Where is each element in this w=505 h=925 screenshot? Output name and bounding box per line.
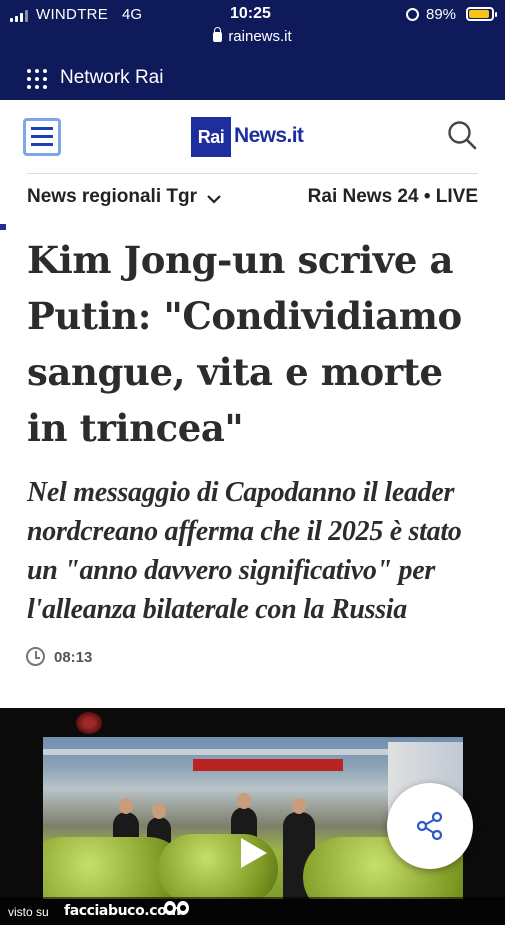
status-time: 10:25 (230, 5, 271, 22)
broadcast-emblem (76, 712, 102, 734)
live-link[interactable]: Rai News 24 • LIVE (308, 186, 478, 208)
article-subtitle: Nel messaggio di Capodanno il leader nor… (27, 477, 462, 625)
browser-top-bar: WINDTRE 4G 10:25 89% rainews.it (0, 0, 505, 60)
logo-news: News.it (234, 124, 304, 147)
regional-news-link[interactable]: News regionali Tgr (27, 186, 197, 208)
hamburger-icon (31, 127, 53, 130)
carrier-name: WINDTRE (36, 6, 109, 23)
menu-button[interactable] (23, 118, 61, 156)
logo-rai: Rai (191, 117, 231, 157)
eyes-icon (164, 901, 190, 917)
network-type: 4G (122, 6, 143, 23)
battery-fill (469, 10, 489, 18)
watermark-prefix: visto su (8, 905, 49, 919)
url-text: rainews.it (228, 28, 292, 45)
address-bar[interactable]: rainews.it (0, 27, 505, 45)
share-button[interactable] (387, 783, 473, 869)
network-rai-label: Network Rai (60, 67, 164, 88)
battery-percent: 89% (426, 6, 457, 23)
status-bar: WINDTRE 4G 10:25 89% (0, 0, 505, 30)
lock-icon (213, 27, 223, 42)
signal-icon (10, 10, 30, 22)
article-title: Kim Jong-un scrive a Putin: "Condividiam… (27, 238, 462, 450)
video-player[interactable] (0, 708, 505, 925)
site-header: Rai News.it News regionali Tgr Rai News … (0, 100, 505, 230)
accent-mark (0, 224, 6, 230)
battery-icon (466, 7, 497, 21)
clock-icon (26, 647, 45, 666)
search-icon[interactable] (447, 120, 477, 150)
chevron-down-icon[interactable] (207, 192, 221, 206)
site-watermark: visto su facciabuco.com (0, 897, 505, 925)
share-icon (416, 811, 443, 841)
publish-time: 08:13 (54, 649, 93, 666)
network-rai-bar[interactable]: Network Rai (0, 60, 505, 100)
play-icon[interactable] (241, 838, 267, 868)
rotation-lock-icon (406, 8, 419, 21)
header-divider (27, 173, 478, 174)
grid-dots-icon (27, 69, 47, 89)
